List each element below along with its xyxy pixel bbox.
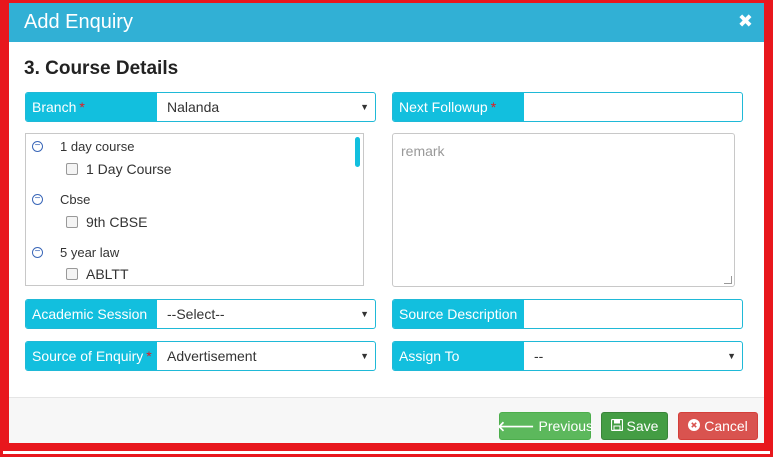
arrow-left-icon: 🡐 [497, 417, 535, 434]
branch-select[interactable]: Nalanda ▼ [157, 93, 375, 121]
frame-bottom-border [3, 443, 770, 451]
academic-session-field: Academic Session --Select-- ▼ [25, 299, 376, 329]
section-title: 3. Course Details [24, 58, 179, 79]
frame-right-border [764, 3, 770, 443]
caret-down-icon: ▼ [360, 102, 369, 112]
remark-textarea[interactable]: remark [392, 133, 735, 287]
modal-title: Add Enquiry [24, 11, 133, 33]
next-followup-field: Next Followup * [392, 92, 743, 122]
tree-item[interactable]: 9th CBSE [66, 214, 147, 230]
floppy-disk-icon [610, 418, 623, 434]
caret-down-icon: ▼ [360, 351, 369, 361]
minus-circle-icon[interactable]: − [32, 194, 43, 205]
assign-to-label: Assign To [393, 342, 524, 370]
tree-group[interactable]: − 1 day course [32, 139, 134, 154]
previous-button[interactable]: 🡐 Previous [497, 412, 593, 440]
tree-scrollbar[interactable] [355, 137, 360, 167]
required-marker: * [79, 99, 85, 115]
source-description-input[interactable] [524, 300, 742, 328]
modal-header: Add Enquiry ✖ [9, 3, 764, 42]
tree-item[interactable]: ABLTT [66, 266, 129, 282]
source-description-label: Source Description [393, 300, 524, 328]
source-of-enquiry-select[interactable]: Advertisement ▼ [157, 342, 375, 370]
cancel-button[interactable]: Cancel [678, 412, 758, 440]
course-checkbox[interactable] [66, 163, 78, 175]
minus-circle-icon[interactable]: − [32, 141, 43, 152]
tree-item[interactable]: 1 Day Course [66, 161, 172, 177]
source-of-enquiry-field: Source of Enquiry * Advertisement ▼ [25, 341, 376, 371]
assign-to-field: Assign To -- ▼ [392, 341, 743, 371]
close-icon[interactable]: ✖ [738, 11, 753, 32]
academic-session-select[interactable]: --Select-- ▼ [157, 300, 375, 328]
required-marker: * [490, 99, 497, 115]
course-checkbox[interactable] [66, 216, 78, 228]
branch-field: Branch * Nalanda ▼ [25, 92, 376, 122]
resize-handle-icon[interactable] [724, 276, 732, 284]
save-button[interactable]: Save [601, 412, 668, 440]
academic-session-label: Academic Session [26, 300, 157, 328]
next-followup-label: Next Followup * [393, 93, 524, 121]
required-marker: * [146, 348, 152, 364]
caret-down-icon: ▼ [727, 351, 736, 361]
source-of-enquiry-label: Source of Enquiry * [26, 342, 157, 370]
tree-group[interactable]: − Cbse [32, 192, 90, 207]
course-checkbox[interactable] [66, 268, 78, 280]
frame-left-border [3, 3, 9, 443]
tree-group[interactable]: − 5 year law [32, 245, 119, 260]
source-description-field: Source Description [392, 299, 743, 329]
assign-to-select[interactable]: -- ▼ [524, 342, 742, 370]
course-tree: − 1 day course 1 Day Course − Cbse 9th C… [25, 133, 364, 286]
remark-placeholder: remark [401, 143, 445, 159]
branch-label: Branch * [26, 93, 157, 121]
x-circle-icon [688, 418, 701, 434]
minus-circle-icon[interactable]: − [32, 247, 43, 258]
next-followup-input[interactable] [524, 93, 742, 121]
caret-down-icon: ▼ [360, 309, 369, 319]
